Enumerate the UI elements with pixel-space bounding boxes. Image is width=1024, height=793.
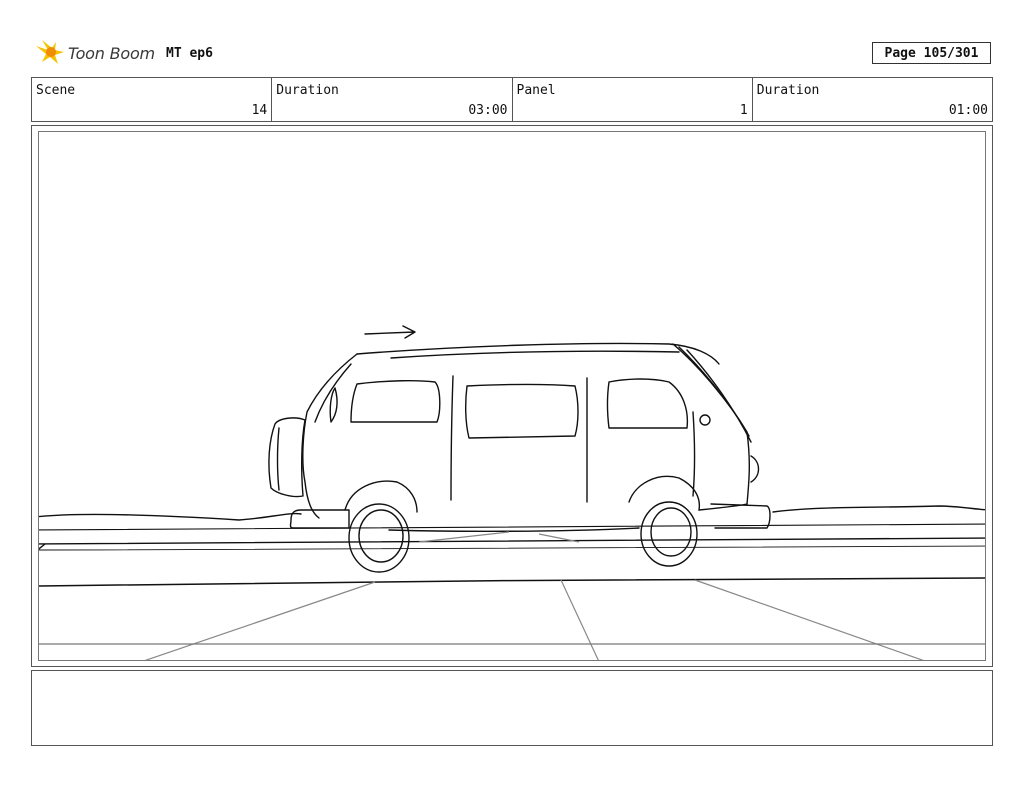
ground-perspective-2 bbox=[560, 579, 599, 660]
door-line-1 bbox=[450, 375, 454, 501]
front-wheel-inner bbox=[358, 509, 404, 563]
panel-cell: Panel 1 bbox=[513, 78, 753, 121]
van-roof bbox=[356, 342, 720, 365]
front-spare bbox=[268, 417, 306, 498]
logo-text: Toon Boom bbox=[68, 43, 155, 63]
scene-cell: Scene 14 bbox=[32, 78, 273, 121]
road-line-2 bbox=[39, 537, 985, 545]
scene-duration-label: Duration bbox=[276, 83, 339, 98]
window-2 bbox=[464, 383, 579, 439]
road-line-3 bbox=[39, 545, 985, 551]
panel-duration-cell: Duration 01:00 bbox=[753, 78, 992, 121]
van-front bbox=[302, 353, 358, 519]
panel-label: Panel bbox=[516, 83, 556, 98]
project-title: MT ep6 bbox=[166, 46, 213, 61]
van-rear bbox=[672, 343, 751, 505]
notes-box bbox=[31, 670, 993, 746]
front-spare-inner bbox=[276, 427, 280, 491]
van-roof-line bbox=[390, 350, 680, 359]
front-wheel-arch bbox=[344, 480, 418, 513]
scene-duration-value: 03:00 bbox=[468, 103, 508, 118]
fuel-cap bbox=[699, 414, 711, 426]
window-front bbox=[329, 387, 338, 423]
ground-perspective-3 bbox=[694, 579, 924, 660]
panel-duration-label: Duration bbox=[756, 83, 820, 98]
scene-value: 14 bbox=[251, 103, 268, 118]
horizon-line-left bbox=[39, 512, 302, 521]
panel-drawing bbox=[38, 131, 986, 661]
scene-duration-cell: Duration 03:00 bbox=[272, 78, 513, 121]
road-line-1 bbox=[39, 523, 985, 531]
van-bottom bbox=[388, 527, 640, 533]
ground-perspective-1 bbox=[144, 581, 376, 660]
door-line-rear bbox=[692, 411, 696, 497]
window-1 bbox=[350, 379, 441, 423]
page-indicator: Page 105/301 bbox=[872, 42, 991, 64]
panel-value: 1 bbox=[739, 103, 748, 118]
rear-wheel-inner bbox=[650, 507, 692, 557]
road-line-4 bbox=[39, 577, 985, 587]
scene-label: Scene bbox=[36, 83, 76, 98]
van-sketch bbox=[39, 325, 985, 660]
van-rear-edge-1 bbox=[678, 346, 750, 437]
road-tick bbox=[39, 543, 46, 550]
front-bumper bbox=[289, 509, 350, 529]
motion-arrow bbox=[364, 325, 416, 339]
info-row: Scene 14 Duration 03:00 Panel 1 Duration… bbox=[31, 77, 993, 122]
tail-light bbox=[750, 455, 760, 483]
toon-boom-logo: Toon Boom bbox=[34, 38, 155, 68]
panel-duration-value: 01:00 bbox=[948, 103, 988, 118]
window-3 bbox=[606, 378, 689, 429]
horizon-line-right bbox=[772, 505, 985, 513]
rear-wheel-arch bbox=[628, 475, 701, 511]
toon-boom-star-icon bbox=[36, 40, 64, 64]
